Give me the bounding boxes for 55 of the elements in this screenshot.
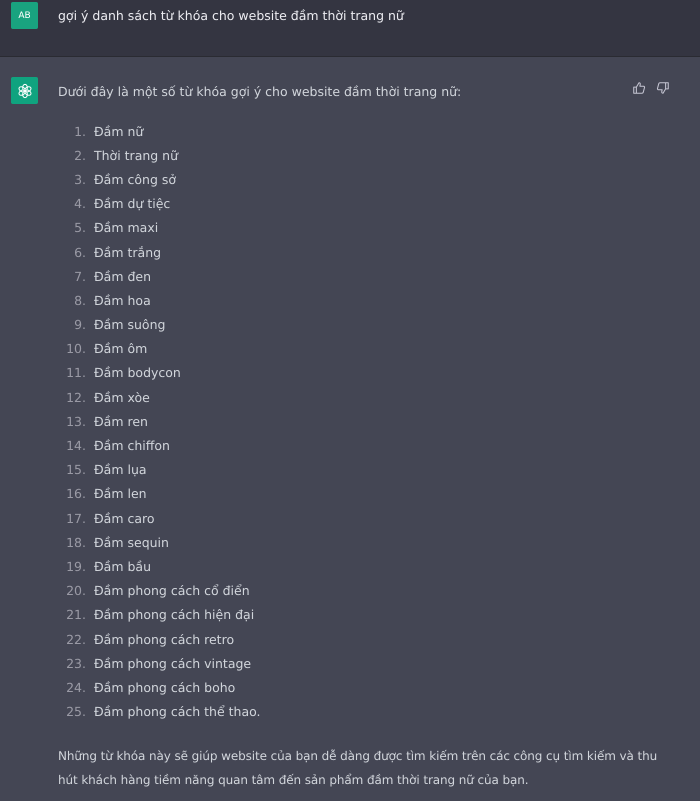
response-closing: Những từ khóa này sẽ giúp website của bạn dễ dàng được tìm kiếm trên các công cụ tìm kiếm và thu hút khách hàng tiềm năng quan tâm đến sản phẩm đầm thời trang nữ của bạn.: [58, 748, 658, 789]
list-number: 24.: [65, 680, 86, 695]
keyword-item: Đầm caro: [94, 510, 155, 526]
list-number: 9.: [73, 317, 86, 332]
list-number: 10.: [65, 341, 86, 356]
list-number: 23.: [65, 656, 86, 671]
keyword-item: Đầm hoa: [94, 292, 151, 308]
keyword-item: Đầm ren: [94, 414, 148, 429]
keyword-item: Đầm trắng: [94, 244, 162, 260]
list-number: 6.: [73, 244, 86, 260]
list-number: 3.: [73, 172, 86, 187]
user-message: gợi ý danh sách từ khóa cho website đầm thời trang nữ: [58, 8, 404, 23]
list-number: 14.: [65, 438, 86, 454]
list-number: 8.: [73, 292, 86, 308]
keyword-item: Đầm nữ: [94, 124, 144, 139]
keyword-item: Đầm sequin: [94, 534, 169, 550]
list-number: 2.: [73, 148, 86, 163]
keyword-item: Đầm phong cách vintage: [94, 656, 252, 671]
flower-knot-icon: [16, 82, 32, 98]
keyword-item: Đầm phong cách hiện đại: [94, 607, 254, 622]
list-number: 16.: [65, 486, 86, 502]
list-number: 21.: [65, 607, 86, 622]
keyword-item: Thời trang nữ: [94, 148, 178, 163]
list-number: 25.: [65, 704, 86, 720]
list-number: 20.: [65, 583, 86, 598]
response-intro: Dưới đây là một số từ khóa gợi ý cho website đầm thời trang nữ:: [58, 84, 462, 99]
keyword-item: Đầm dự tiệc: [94, 196, 170, 212]
keyword-item: Đầm công sở: [94, 172, 176, 187]
keyword-item: Đầm maxi: [94, 220, 158, 236]
list-number: 12.: [65, 390, 86, 405]
user-avatar: AB: [11, 2, 38, 29]
list-number: 22.: [65, 632, 86, 647]
list-number: 19.: [65, 558, 86, 574]
list-number: 4.: [73, 196, 86, 212]
keyword-item: Đầm lụa: [94, 462, 147, 478]
list-number: 11.: [65, 365, 86, 380]
keyword-item: Đầm chiffon: [94, 438, 170, 454]
keyword-item: Đầm suông: [94, 317, 166, 332]
list-number: 7.: [73, 268, 86, 284]
keyword-item: Đầm phong cách cổ điển: [94, 583, 250, 598]
keyword-item: Đầm phong cách retro: [94, 632, 234, 647]
list-number: 15.: [65, 462, 86, 478]
keyword-item: Đầm xòe: [94, 390, 150, 405]
list-number: 13.: [65, 414, 86, 429]
keyword-item: Đầm len: [94, 486, 147, 502]
keyword-item: Đầm đen: [94, 268, 152, 284]
list-number: 17.: [65, 510, 86, 526]
keyword-item: Đầm phong cách boho: [94, 680, 236, 695]
list-number: 1.: [73, 124, 86, 139]
list-number: 5.: [73, 220, 86, 236]
list-number: 18.: [65, 534, 86, 550]
keyword-item: Đầm bầu: [94, 558, 152, 574]
keyword-item: Đầm bodycon: [94, 365, 181, 380]
keyword-item: Đầm phong cách thể thao.: [94, 704, 261, 720]
keyword-item: Đầm ôm: [94, 341, 148, 356]
